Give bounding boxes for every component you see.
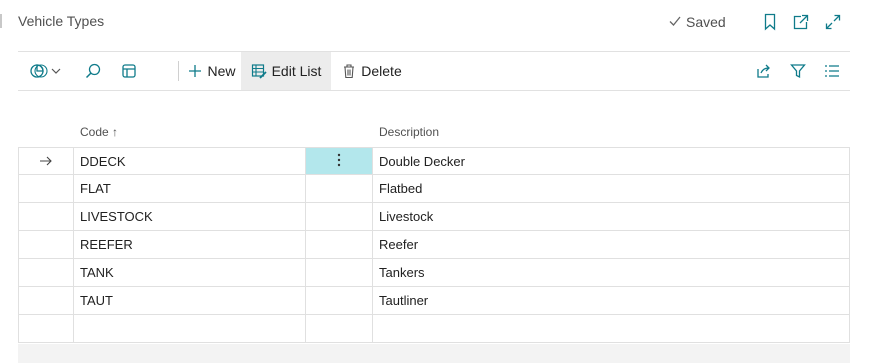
description-cell[interactable]: [373, 315, 850, 342]
analysis-button[interactable]: [30, 52, 66, 90]
table-row[interactable]: TANK Tankers: [18, 259, 850, 287]
row-menu-button[interactable]: [305, 148, 373, 174]
row-selector[interactable]: [18, 175, 74, 202]
new-label: New: [207, 63, 236, 79]
row-selector[interactable]: [18, 287, 74, 314]
share-button[interactable]: [753, 52, 775, 90]
code-cell[interactable]: [74, 315, 305, 342]
list-view-icon: [824, 64, 840, 78]
table-row[interactable]: FLAT Flatbed: [18, 175, 850, 203]
code-cell[interactable]: LIVESTOCK: [74, 203, 305, 230]
column-header-code-label: Code: [80, 125, 109, 139]
saved-status: Saved: [668, 10, 726, 34]
code-cell[interactable]: FLAT: [74, 175, 305, 202]
more-vertical-icon: [337, 153, 341, 170]
description-cell[interactable]: Livestock: [373, 203, 850, 230]
divider: [18, 90, 850, 91]
code-cell[interactable]: DDECK: [74, 148, 305, 174]
sort-ascending-icon: ↑: [112, 125, 119, 139]
table-row[interactable]: LIVESTOCK Livestock: [18, 203, 850, 231]
new-entry-row[interactable]: [18, 315, 850, 343]
chevron-down-icon: [50, 66, 62, 76]
arrow-right-icon: [39, 154, 53, 169]
page-title: Vehicle Types: [18, 13, 105, 29]
description-cell[interactable]: Tankers: [373, 259, 850, 286]
delete-label: Delete: [361, 63, 402, 79]
row-menu-cell[interactable]: [305, 259, 373, 286]
code-cell[interactable]: TANK: [74, 259, 305, 286]
trash-icon: [342, 63, 356, 79]
row-menu-cell[interactable]: [305, 203, 373, 230]
row-selector[interactable]: [18, 259, 74, 286]
table-row[interactable]: DDECK Double Decker: [18, 147, 850, 175]
edit-list-icon: [251, 63, 267, 79]
edit-list-button[interactable]: Edit List: [241, 52, 331, 90]
delete-button[interactable]: Delete: [336, 52, 408, 90]
row-selector[interactable]: [18, 203, 74, 230]
new-button[interactable]: New: [179, 52, 245, 90]
description-cell[interactable]: Tautliner: [373, 287, 850, 314]
search-icon: [84, 62, 102, 80]
row-selector[interactable]: [18, 315, 74, 342]
column-header-code[interactable]: Code ↑: [80, 125, 118, 139]
layout-icon: [121, 63, 137, 79]
action-bar: New Edit List Delete: [18, 52, 850, 90]
bookmark-icon[interactable]: [759, 10, 781, 34]
share-icon: [755, 63, 773, 79]
list-view-button[interactable]: [821, 52, 843, 90]
row-menu-cell[interactable]: [305, 231, 373, 258]
description-cell[interactable]: Reefer: [373, 231, 850, 258]
data-grid: DDECK Double Decker FLAT Flatbed LIVESTO…: [18, 147, 850, 343]
code-cell[interactable]: TAUT: [74, 287, 305, 314]
row-menu-cell[interactable]: [305, 287, 373, 314]
row-selector[interactable]: [18, 231, 74, 258]
saved-label: Saved: [686, 14, 726, 30]
column-header-description[interactable]: Description: [379, 125, 439, 139]
filter-icon: [790, 63, 806, 79]
plus-icon: [188, 64, 202, 78]
search-button[interactable]: [82, 52, 104, 90]
layout-button[interactable]: [118, 52, 140, 90]
open-new-window-icon[interactable]: [790, 10, 812, 34]
expand-icon[interactable]: [822, 10, 844, 34]
row-menu-cell[interactable]: [305, 175, 373, 202]
table-row[interactable]: TAUT Tautliner: [18, 287, 850, 315]
code-cell[interactable]: REEFER: [74, 231, 305, 258]
filter-button[interactable]: [787, 52, 809, 90]
analysis-icon: [30, 63, 48, 79]
row-selector[interactable]: [18, 148, 74, 174]
edge-marker: [0, 14, 2, 28]
page-footer: [18, 344, 850, 363]
description-cell[interactable]: Double Decker: [373, 148, 850, 174]
edit-list-label: Edit List: [271, 63, 322, 79]
description-cell[interactable]: Flatbed: [373, 175, 850, 202]
table-row[interactable]: REEFER Reefer: [18, 231, 850, 259]
check-icon: [668, 14, 682, 31]
row-menu-cell[interactable]: [305, 315, 373, 342]
